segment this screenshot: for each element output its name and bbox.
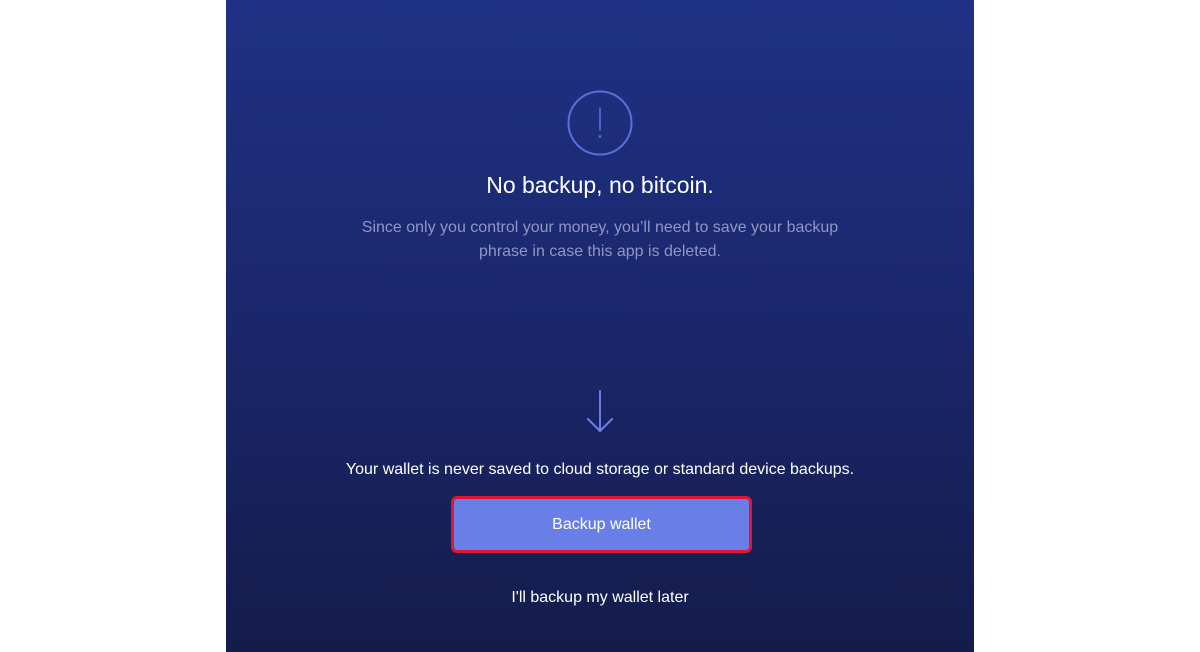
exclamation-circle-icon [567, 90, 633, 156]
backup-wallet-button[interactable]: Backup wallet [451, 496, 752, 553]
cloud-storage-note: Your wallet is never saved to cloud stor… [345, 461, 855, 478]
backup-warning-screen: No backup, no bitcoin. Since only you co… [226, 0, 974, 652]
arrow-down-icon [586, 390, 614, 434]
page-title: No backup, no bitcoin. [486, 172, 714, 198]
backup-later-link[interactable]: I'll backup my wallet later [450, 587, 750, 609]
page-subtitle: Since only you control your money, you’l… [361, 219, 839, 260]
